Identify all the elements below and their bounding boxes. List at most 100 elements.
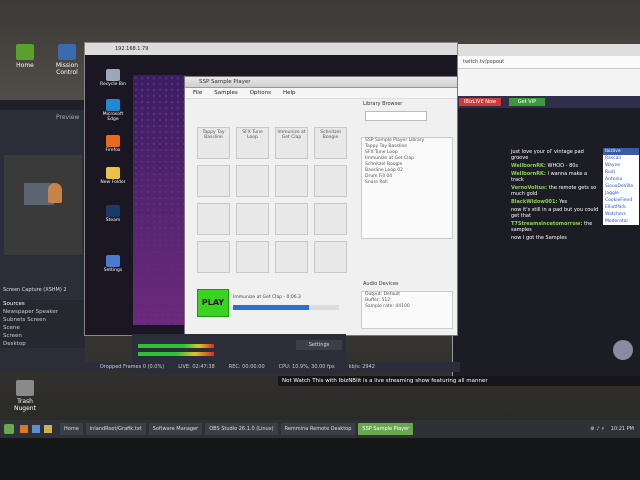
audio-meter <box>138 352 214 356</box>
menu-samples[interactable]: Samples <box>214 88 238 98</box>
sources-header: Sources <box>3 301 25 307</box>
remote-wallpaper <box>133 75 189 325</box>
menu-options[interactable]: Options <box>250 88 271 98</box>
user-item[interactable]: Rascali <box>603 155 639 162</box>
ticker-text: Not Watch This with IbizNBlit is a live … <box>282 378 488 384</box>
source-item[interactable]: Screen <box>0 332 85 340</box>
sample-pad[interactable]: Immunize at Get Clap <box>275 127 308 159</box>
settings-button[interactable]: Settings <box>296 340 342 350</box>
recycle-bin-icon <box>106 69 120 81</box>
sample-pad[interactable]: Schnitzel Boogie <box>314 127 347 159</box>
sample-pad[interactable] <box>197 165 230 197</box>
screen-border <box>0 438 640 480</box>
user-item[interactable]: Watchers <box>603 211 639 218</box>
remote-icon[interactable]: Settings <box>99 255 127 273</box>
sample-pad[interactable]: Tappy Tay Bassline <box>197 127 230 159</box>
source-item[interactable]: Scene <box>0 324 85 332</box>
app-icon <box>58 44 76 60</box>
source-item[interactable]: Desktop <box>0 340 85 348</box>
sources-list: Sources Newspaper Speaker Subnets Screen… <box>0 300 85 348</box>
status-dropped: Dropped Frames 0 (0.0%) <box>100 364 165 370</box>
audio-row[interactable]: Sample rate: 44100 <box>362 304 452 310</box>
library-filter-input[interactable] <box>365 111 427 121</box>
browser-tabs[interactable] <box>453 44 640 56</box>
user-item[interactable]: Jaggle <box>603 190 639 197</box>
user-item[interactable]: Wayne <box>603 162 639 169</box>
edge-icon <box>106 99 120 111</box>
menu-file[interactable]: File <box>193 88 202 98</box>
firefox-window: twitch.tv/popout IBizLIVE Now Get VIP ju… <box>452 44 640 386</box>
firefox-icon <box>106 135 120 147</box>
desktop-icon-mission[interactable]: Mission Control <box>50 44 84 76</box>
user-list: Ibizlive Rascali Wayne Rudi Antonio Siou… <box>603 148 639 225</box>
sample-pad[interactable] <box>236 165 269 197</box>
sample-pad[interactable] <box>197 241 230 273</box>
window-title: SSP Sample Player <box>199 79 251 85</box>
remote-icon[interactable]: Microsoft Edge <box>99 99 127 122</box>
chat-message: WellbornRK: I wanna make a track <box>511 171 588 183</box>
user-item[interactable]: Ibizlive <box>603 148 639 155</box>
library-header: Library Browser <box>363 101 403 107</box>
desktop-icon-trash[interactable]: Trash Nugent <box>8 380 42 412</box>
live-now-button[interactable]: IBizLIVE Now <box>459 98 501 106</box>
clock[interactable]: 10:21 PM <box>611 426 634 432</box>
source-item[interactable]: Newspaper Speaker <box>0 308 85 316</box>
chat-message: VernoVoltus: the remote gets so much gol… <box>511 185 597 197</box>
user-item[interactable]: Antonio <box>603 176 639 183</box>
sample-pad[interactable] <box>314 203 347 235</box>
taskbar-item[interactable]: SSP Sample Player <box>358 423 414 435</box>
chat-area: just love your ol' vintage pad groove We… <box>453 108 640 376</box>
avatar <box>613 340 633 360</box>
obs-window: Preview Screen Capture (XSHM) 2 Sources … <box>0 100 85 372</box>
audio-settings: Output: Default Buffer: 512 Sample rate:… <box>361 291 453 329</box>
user-item[interactable]: CookieFiend <box>603 197 639 204</box>
menu-icon[interactable] <box>4 424 14 434</box>
chat-message: now it's still in a pad but you could ge… <box>511 207 599 219</box>
tray-icons[interactable]: ⚙ ♪ ⚡ <box>590 426 604 432</box>
url-bar[interactable]: twitch.tv/popout <box>453 56 640 69</box>
get-vip-button[interactable]: Get VIP <box>509 98 545 106</box>
remote-icon[interactable]: Firefox <box>99 135 127 153</box>
audio-meter <box>138 344 214 348</box>
playback-progress[interactable] <box>233 305 339 310</box>
taskbar-item[interactable]: OBS Studio 26.1.0 (Linux) <box>205 423 278 435</box>
taskbar-item[interactable]: Software Manager <box>148 423 203 435</box>
library-row[interactable]: Snare Roll <box>362 180 452 186</box>
sample-pad[interactable]: SFX Tune Loop <box>236 127 269 159</box>
desktop-icon-label: Mission Control <box>55 62 79 76</box>
now-playing: Immunize at Get Clap - 0:06.3 <box>233 295 301 300</box>
firefox-icon[interactable] <box>20 425 28 433</box>
audio-header: Audio Devices <box>363 281 399 287</box>
sample-pad[interactable] <box>275 165 308 197</box>
news-ticker: Not Watch This with IbizNBlit is a live … <box>278 376 640 386</box>
sample-pad[interactable] <box>197 203 230 235</box>
remote-icon[interactable]: Steam <box>99 205 127 223</box>
scene-label: Screen Capture (XSHM) 2 <box>3 287 67 293</box>
user-item[interactable]: ElliotPark <box>603 204 639 211</box>
user-item[interactable]: Rudi <box>603 169 639 176</box>
taskbar-item[interactable]: Home <box>60 423 83 435</box>
chat-message: T7Streamsincetomorrow: the samples <box>511 221 593 233</box>
source-item[interactable]: Subnets Screen <box>0 316 85 324</box>
desktop-icon-home[interactable]: Home <box>8 44 42 69</box>
steam-icon <box>106 205 120 217</box>
sample-pad[interactable] <box>314 241 347 273</box>
user-item[interactable]: SiouxDeVille <box>603 183 639 190</box>
sample-pad-grid: Tappy Tay Bassline SFX Tune Loop Immuniz… <box>197 127 347 273</box>
progress-fill <box>233 305 310 310</box>
sample-pad[interactable] <box>236 241 269 273</box>
sample-pad[interactable] <box>275 203 308 235</box>
taskbar-item[interactable]: Remmina Remote Desktop <box>280 423 356 435</box>
menu-help[interactable]: Help <box>283 88 296 98</box>
settings-icon <box>106 255 120 267</box>
user-item[interactable]: Moderator <box>603 218 639 225</box>
sample-pad[interactable] <box>314 165 347 197</box>
taskbar-item[interactable]: inlandRoot/Grafik.txt <box>85 423 146 435</box>
remote-icon[interactable]: New Folder <box>99 167 127 185</box>
remote-icon[interactable]: Recycle Bin <box>99 69 127 87</box>
sample-pad[interactable] <box>275 241 308 273</box>
files-icon[interactable] <box>44 425 52 433</box>
sample-pad[interactable] <box>236 203 269 235</box>
terminal-icon[interactable] <box>32 425 40 433</box>
play-button[interactable]: PLAY <box>197 289 229 317</box>
